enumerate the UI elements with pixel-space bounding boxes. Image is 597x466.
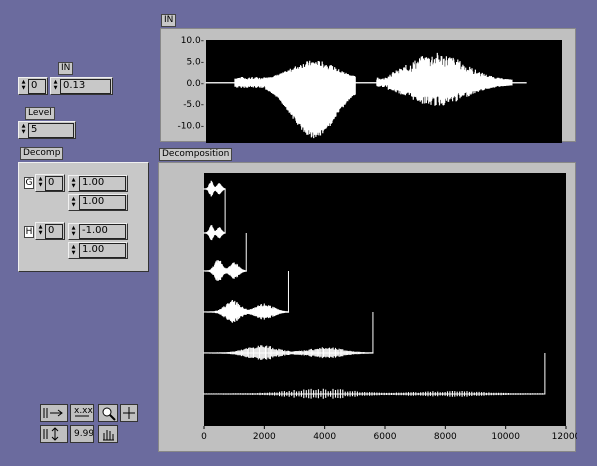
decomp-x-tick-label: 10000 (491, 432, 520, 442)
decomp-x-tick-label: 2000 (253, 432, 276, 442)
in-index-control[interactable]: ▲ ▼ 0 (18, 77, 48, 95)
decomp-x-tick-label: 12000 (552, 432, 577, 442)
y-autoscale-icon (43, 427, 59, 441)
decomp-chart-title: Decomposition (159, 148, 233, 161)
in-value-control[interactable]: ▲ ▼ 0.13 (50, 77, 113, 95)
g-index-spinner[interactable]: ▲ ▼ (37, 176, 44, 189)
h-value-2-field[interactable]: 1.00 (79, 243, 126, 258)
svg-text:9.99: 9.99 (74, 429, 93, 439)
h-value-1-field[interactable]: -1.00 (79, 224, 126, 239)
in-value-field[interactable]: 0.13 (60, 79, 111, 94)
h-index-spinner[interactable]: ▲ ▼ (37, 224, 44, 237)
y-format-icon: 9.99 (74, 429, 94, 439)
g-value-2-control[interactable]: ▲ ▼ 1.00 (68, 194, 128, 211)
g-label: G (24, 177, 34, 189)
in-index-value[interactable]: 0 (28, 79, 46, 94)
hand-icon (103, 430, 114, 441)
level-control-label: Level (25, 107, 55, 120)
in-chart-title: IN (161, 14, 177, 27)
x-autoscale-button[interactable] (40, 404, 68, 422)
in-y-tick-label: 10.0- (181, 36, 204, 46)
g-value-1-field[interactable]: 1.00 (79, 176, 126, 191)
decomp-chart-plot: 0 2000 4000 6000 8000 10000 12000 (201, 173, 577, 442)
in-y-tick-label: 0.0- (186, 79, 204, 89)
h-index-control[interactable]: ▲ ▼ 0 (35, 222, 65, 240)
h-value-2-control[interactable]: ▲ ▼ 1.00 (68, 242, 128, 259)
h-value-1-spinner[interactable]: ▲ ▼ (70, 225, 77, 238)
level-spinner[interactable]: ▲ ▼ (20, 123, 27, 136)
in-index-spinner[interactable]: ▲ ▼ (20, 79, 27, 92)
decomp-cluster: G ▲ ▼ 0 ▲ ▼ 1.00 ▲ ▼ 1.00 H ▲ ▼ 0 ▲ ▼ -1.00 ▲… (18, 162, 149, 272)
x-autoscale-icon (43, 408, 63, 418)
decomp-x-tick-label: 4000 (313, 432, 336, 442)
pan-button[interactable] (98, 425, 118, 443)
zoom-button[interactable] (98, 404, 118, 422)
in-chart-panel: 10.0-5.0-0.0--5.0--10.0--15.0- 025005000… (160, 28, 576, 143)
y-autoscale-button[interactable] (40, 425, 68, 443)
level-control[interactable]: ▲ ▼ 5 (18, 121, 76, 139)
h-value-2-spinner[interactable]: ▲ ▼ (70, 244, 77, 257)
in-y-tick-label: 5.0- (186, 57, 204, 67)
g-index-control[interactable]: ▲ ▼ 0 (35, 174, 65, 192)
in-y-tick-label: -5.0- (183, 100, 204, 110)
decomp-chart-panel: 0 2000 4000 6000 8000 10000 12000 (158, 162, 577, 452)
in-plot-area (206, 40, 562, 143)
g-index-value[interactable]: 0 (45, 176, 63, 191)
in-chart-plot: 10.0-5.0-0.0--5.0--10.0--15.0- 025005000… (177, 36, 562, 143)
level-value-field[interactable]: 5 (28, 123, 74, 138)
decomp-x-tick-label: 8000 (434, 432, 457, 442)
decomp-x-tick-label: 0 (201, 432, 207, 442)
in-y-tick-label: -10.0- (177, 122, 204, 132)
x-format-icon: x.xx (74, 406, 94, 417)
g-value-1-control[interactable]: ▲ ▼ 1.00 (68, 175, 128, 192)
g-value-2-spinner[interactable]: ▲ ▼ (70, 196, 77, 209)
decomp-plot-area (204, 173, 566, 426)
zoom-icon (102, 407, 116, 421)
crosshair-icon (123, 407, 135, 419)
h-index-value[interactable]: 0 (45, 224, 63, 239)
decomp-x-tick-label: 6000 (374, 432, 397, 442)
decomp-control-label: Decomp (20, 147, 64, 160)
in-control-label: IN (58, 62, 74, 75)
svg-text:x.xx: x.xx (74, 406, 93, 416)
h-value-1-control[interactable]: ▲ ▼ -1.00 (68, 223, 128, 240)
cursor-button[interactable] (120, 404, 138, 422)
graph-palette: x.xx 9.99 (40, 404, 140, 444)
g-value-1-spinner[interactable]: ▲ ▼ (70, 177, 77, 190)
x-format-button[interactable]: x.xx (70, 404, 94, 422)
in-value-spinner[interactable]: ▲ ▼ (52, 79, 59, 92)
h-label: H (24, 226, 34, 238)
y-format-button[interactable]: 9.99 (70, 425, 94, 443)
g-value-2-field[interactable]: 1.00 (79, 195, 126, 210)
